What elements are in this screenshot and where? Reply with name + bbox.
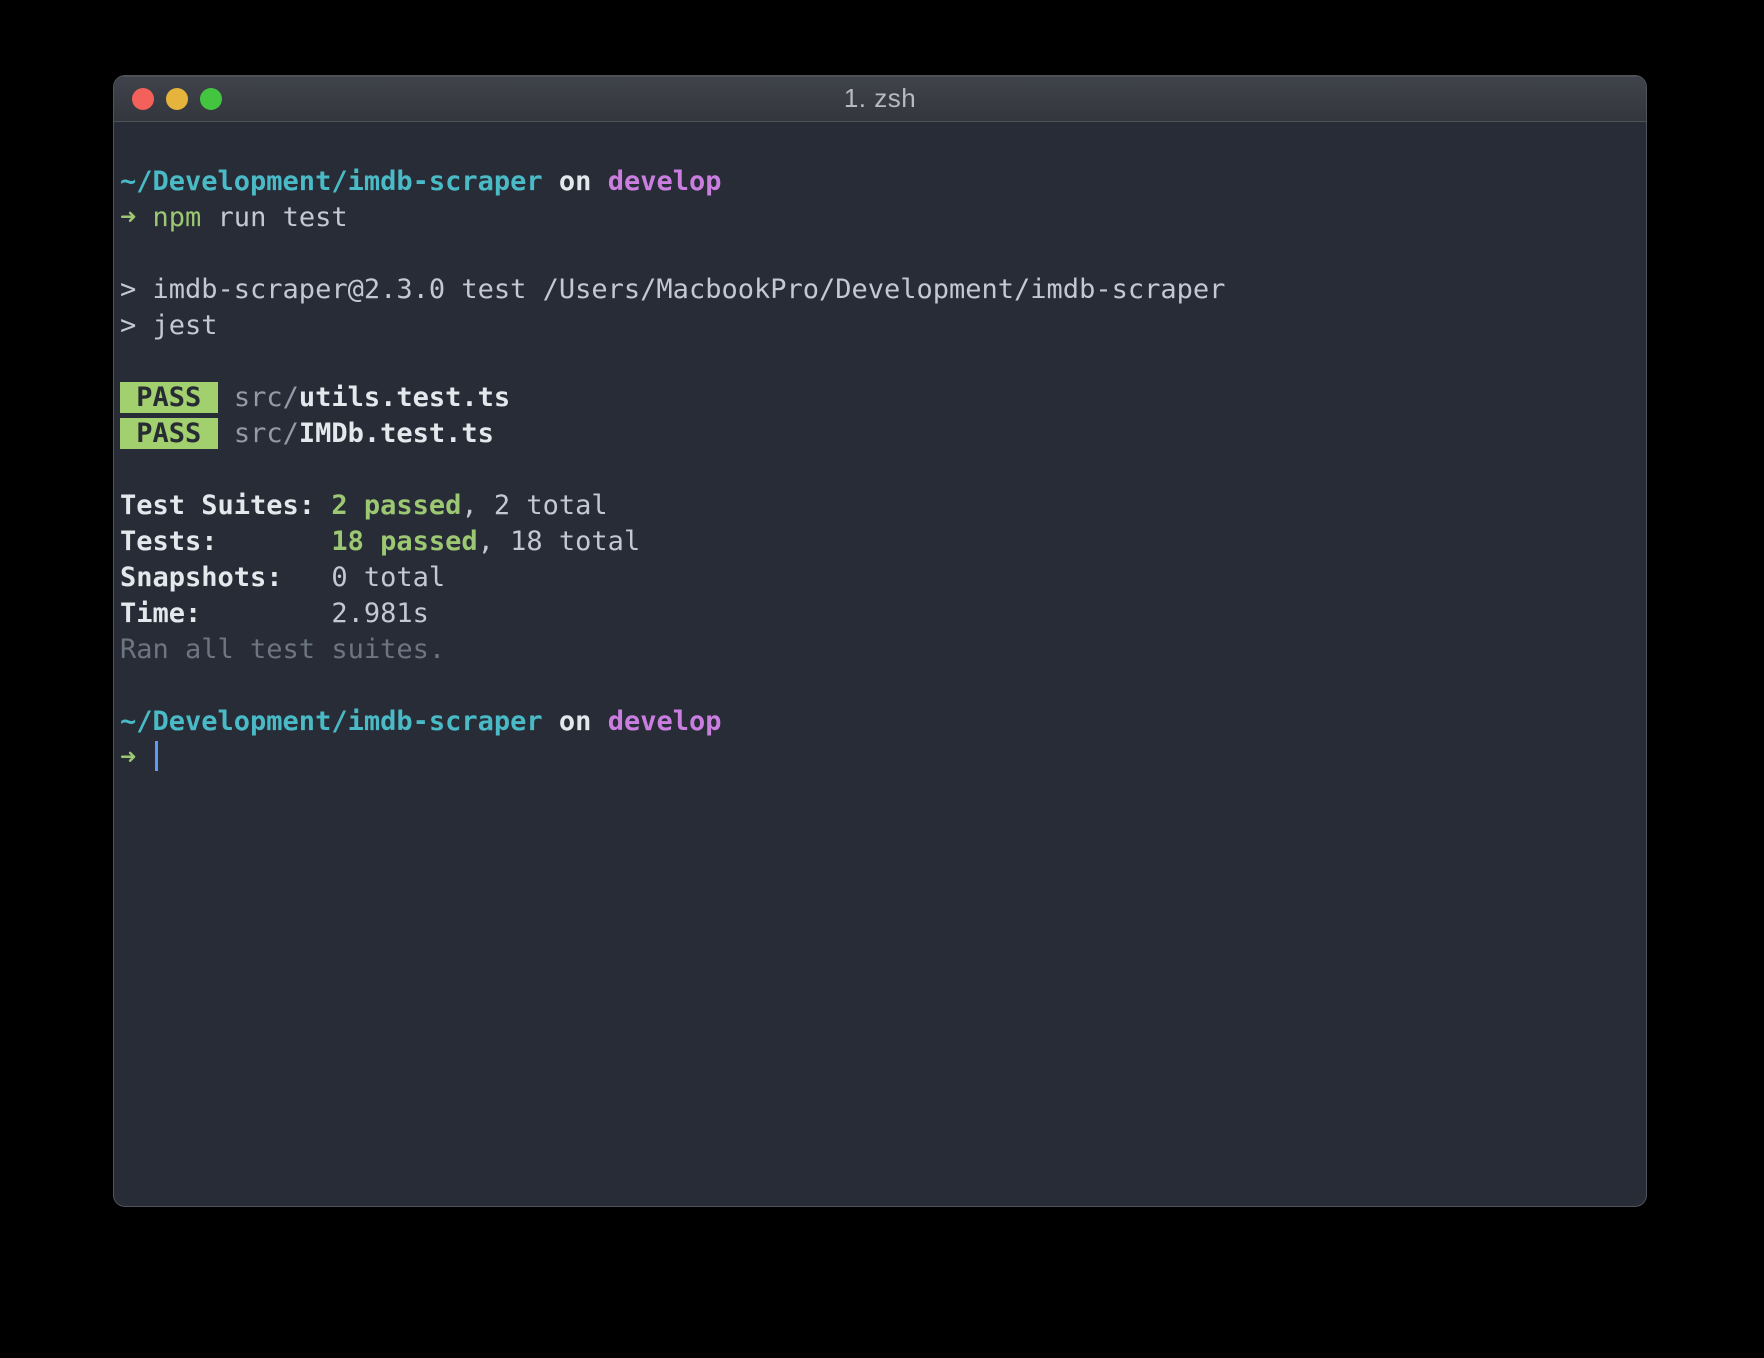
- terminal-text-segment: utils.test.ts: [299, 382, 510, 413]
- window-title: 1. zsh: [114, 76, 1646, 121]
- terminal-text-segment: , 18 total: [478, 526, 641, 557]
- pass-badge: PASS: [120, 382, 218, 413]
- terminal-text-segment: 2 passed: [331, 490, 461, 521]
- terminal-text-segment: [218, 382, 234, 413]
- desktop-background: 1. zsh ~/Development/imdb-scraper on dev…: [0, 0, 1764, 1358]
- terminal-text-segment: src/: [234, 382, 299, 413]
- terminal-line: Test Suites: 2 passed, 2 total: [120, 488, 1640, 524]
- terminal-window[interactable]: 1. zsh ~/Development/imdb-scraper on dev…: [113, 75, 1647, 1207]
- terminal-text-segment: Test Suites:: [120, 490, 331, 521]
- terminal-text-segment: on: [559, 706, 592, 737]
- terminal-text-segment: > imdb-scraper@2.3.0 test /Users/Macbook…: [120, 274, 1225, 305]
- terminal-text-segment: ~/Development/imdb-scraper: [120, 706, 543, 737]
- terminal-text-segment: npm: [153, 202, 202, 233]
- terminal-text-segment: IMDb.test.ts: [299, 418, 494, 449]
- terminal-text-segment: Ran all test suites.: [120, 634, 445, 665]
- terminal-line: > jest: [120, 308, 1640, 344]
- terminal-cursor: [155, 741, 158, 771]
- terminal-line: ➜: [120, 740, 1640, 776]
- terminal-text-segment: [218, 418, 234, 449]
- terminal-line: ➜ npm run test: [120, 200, 1640, 236]
- terminal-line: Time: 2.981s: [120, 596, 1640, 632]
- terminal-line: [120, 668, 1640, 704]
- terminal-text-segment: > jest: [120, 310, 218, 341]
- terminal-line: [120, 452, 1640, 488]
- terminal-line: Ran all test suites.: [120, 632, 1640, 668]
- terminal-line: Tests: 18 passed, 18 total: [120, 524, 1640, 560]
- terminal-content[interactable]: ~/Development/imdb-scraper on develop➜ n…: [114, 122, 1646, 1206]
- terminal-line: > imdb-scraper@2.3.0 test /Users/Macbook…: [120, 272, 1640, 308]
- terminal-text-segment: Tests:: [120, 526, 331, 557]
- terminal-text-segment: [591, 706, 607, 737]
- terminal-text-segment: [543, 166, 559, 197]
- terminal-text-segment: Snapshots:: [120, 562, 331, 593]
- terminal-text-segment: 18 passed: [331, 526, 477, 557]
- terminal-text-segment: on: [559, 166, 592, 197]
- terminal-line: Snapshots: 0 total: [120, 560, 1640, 596]
- terminal-text-segment: 2.981s: [331, 598, 429, 629]
- terminal-line: [120, 344, 1640, 380]
- terminal-line: [120, 236, 1640, 272]
- terminal-line: ~/Development/imdb-scraper on develop: [120, 164, 1640, 200]
- terminal-text-segment: ➜: [120, 742, 153, 773]
- pass-badge: PASS: [120, 418, 218, 449]
- terminal-text-segment: Time:: [120, 598, 331, 629]
- terminal-line: PASS src/utils.test.ts: [120, 380, 1640, 416]
- window-title-bar[interactable]: 1. zsh: [114, 76, 1646, 122]
- terminal-text-segment: , 2 total: [461, 490, 607, 521]
- terminal-text-segment: develop: [608, 706, 722, 737]
- terminal-text-segment: run test: [201, 202, 347, 233]
- terminal-text-segment: src/: [234, 418, 299, 449]
- terminal-text-segment: develop: [608, 166, 722, 197]
- terminal-text-segment: ~/Development/imdb-scraper: [120, 166, 543, 197]
- terminal-line: PASS src/IMDb.test.ts: [120, 416, 1640, 452]
- terminal-text-segment: 0 total: [331, 562, 445, 593]
- terminal-text-segment: ➜: [120, 202, 153, 233]
- terminal-text-segment: [591, 166, 607, 197]
- terminal-text-segment: [543, 706, 559, 737]
- terminal-line: ~/Development/imdb-scraper on develop: [120, 704, 1640, 740]
